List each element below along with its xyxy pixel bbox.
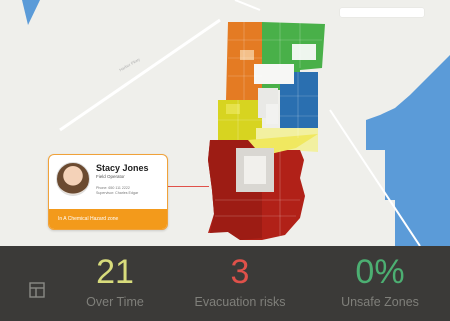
stats-bar: 21 Over Time 3 Evacuation risks 0% Unsaf… [0, 246, 450, 321]
room-block-4 [240, 50, 254, 60]
worker-role: Field Operator [96, 174, 125, 179]
room-block-3 [292, 44, 316, 60]
stat-evacuation-label: Evacuation risks [194, 295, 286, 309]
road-top [234, 0, 261, 11]
stat-overtime-value: 21 [96, 253, 134, 291]
facility-map[interactable]: Harbor Pkwy Stacy Jones Field Operator P… [0, 0, 450, 246]
stat-overtime-label: Over Time [86, 295, 144, 309]
stat-evacuation-value: 3 [230, 253, 250, 291]
worker-card[interactable]: Stacy Jones Field Operator Phone: 650 11… [48, 154, 168, 230]
stat-overtime[interactable]: 21 Over Time [60, 252, 170, 309]
room-block-6 [244, 156, 266, 184]
worker-name: Stacy Jones [96, 163, 149, 173]
layout-icon[interactable] [29, 282, 45, 298]
stat-unsafe-zones[interactable]: 0% Unsafe Zones [320, 252, 440, 309]
water-top-left [22, 0, 40, 25]
room-block-7 [266, 104, 278, 124]
card-connector-line [167, 186, 209, 187]
road-main [59, 18, 221, 132]
stat-unsafe-label: Unsafe Zones [341, 295, 419, 309]
water-bay [366, 55, 450, 246]
room-block-1 [254, 64, 294, 84]
worker-avatar [56, 162, 90, 196]
stat-evacuation[interactable]: 3 Evacuation risks [180, 252, 300, 309]
worker-supervisor: Supervisor: Charles Edgar [96, 191, 139, 195]
stat-unsafe-value: 0% [355, 253, 405, 291]
map-search-pill[interactable] [340, 8, 424, 17]
hazard-alert-banner[interactable]: In A Chemical Hazard zone [49, 209, 167, 229]
worker-phone: Phone: 650 111 2222 [96, 186, 130, 190]
